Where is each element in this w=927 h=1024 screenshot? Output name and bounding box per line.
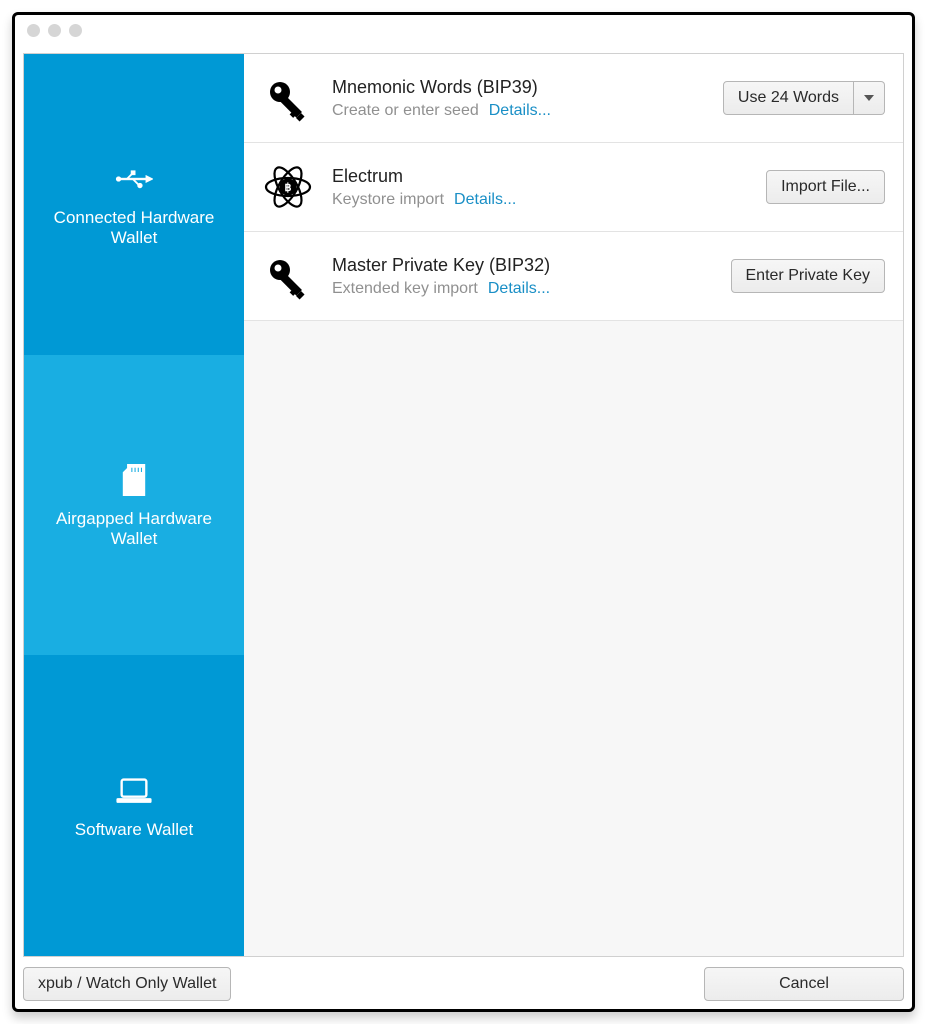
main-panel: Connected Hardware Wallet Airgapped Hard… bbox=[23, 53, 904, 957]
details-link[interactable]: Details... bbox=[488, 280, 550, 298]
window-minimize-icon[interactable] bbox=[48, 24, 61, 37]
chevron-down-icon bbox=[864, 95, 874, 101]
details-link[interactable]: Details... bbox=[454, 191, 516, 209]
sidebar-item-airgapped-hardware[interactable]: Airgapped Hardware Wallet bbox=[24, 355, 244, 656]
xpub-watch-only-button[interactable]: xpub / Watch Only Wallet bbox=[23, 967, 231, 1001]
option-subtitle-row: Keystore import Details... bbox=[332, 191, 748, 209]
use-words-dropdown-button[interactable] bbox=[854, 81, 885, 115]
cancel-button[interactable]: Cancel bbox=[704, 967, 904, 1001]
enter-private-key-button[interactable]: Enter Private Key bbox=[731, 259, 886, 293]
window-maximize-icon[interactable] bbox=[69, 24, 82, 37]
import-file-button[interactable]: Import File... bbox=[766, 170, 885, 204]
laptop-icon bbox=[115, 772, 153, 810]
titlebar bbox=[15, 15, 912, 45]
option-title: Electrum bbox=[332, 166, 748, 187]
svg-text:฿: ฿ bbox=[285, 182, 292, 194]
sidebar: Connected Hardware Wallet Airgapped Hard… bbox=[24, 54, 244, 956]
sidebar-item-connected-hardware[interactable]: Connected Hardware Wallet bbox=[24, 54, 244, 355]
use-24-words-button[interactable]: Use 24 Words bbox=[723, 81, 854, 115]
option-text: Electrum Keystore import Details... bbox=[332, 166, 748, 209]
sd-card-icon bbox=[115, 461, 153, 499]
usb-icon bbox=[115, 160, 153, 198]
option-action: Import File... bbox=[766, 170, 885, 204]
sidebar-item-software-wallet[interactable]: Software Wallet bbox=[24, 655, 244, 956]
option-master-private-key: Master Private Key (BIP32) Extended key … bbox=[244, 232, 903, 321]
options-panel: Mnemonic Words (BIP39) Create or enter s… bbox=[244, 54, 903, 956]
electrum-atom-icon: ฿ bbox=[262, 161, 314, 213]
option-title: Master Private Key (BIP32) bbox=[332, 255, 713, 276]
option-subtitle: Keystore import bbox=[332, 191, 444, 209]
option-mnemonic: Mnemonic Words (BIP39) Create or enter s… bbox=[244, 54, 903, 143]
option-subtitle-row: Extended key import Details... bbox=[332, 280, 713, 298]
content-area: Connected Hardware Wallet Airgapped Hard… bbox=[15, 45, 912, 1009]
option-subtitle-row: Create or enter seed Details... bbox=[332, 102, 705, 120]
window-close-icon[interactable] bbox=[27, 24, 40, 37]
sidebar-item-label: Connected Hardware Wallet bbox=[34, 208, 234, 248]
option-text: Master Private Key (BIP32) Extended key … bbox=[332, 255, 713, 298]
option-action: Use 24 Words bbox=[723, 81, 885, 115]
footer: xpub / Watch Only Wallet Cancel bbox=[23, 957, 904, 1001]
sidebar-item-label: Software Wallet bbox=[75, 820, 193, 840]
option-subtitle: Extended key import bbox=[332, 280, 478, 298]
option-text: Mnemonic Words (BIP39) Create or enter s… bbox=[332, 77, 705, 120]
app-window: Connected Hardware Wallet Airgapped Hard… bbox=[12, 12, 915, 1012]
option-electrum: ฿ Electrum Keystore import Details... Im… bbox=[244, 143, 903, 232]
key-icon bbox=[262, 250, 314, 302]
option-title: Mnemonic Words (BIP39) bbox=[332, 77, 705, 98]
option-action: Enter Private Key bbox=[731, 259, 886, 293]
details-link[interactable]: Details... bbox=[489, 102, 551, 120]
key-icon bbox=[262, 72, 314, 124]
option-subtitle: Create or enter seed bbox=[332, 102, 479, 120]
sidebar-item-label: Airgapped Hardware Wallet bbox=[34, 509, 234, 549]
